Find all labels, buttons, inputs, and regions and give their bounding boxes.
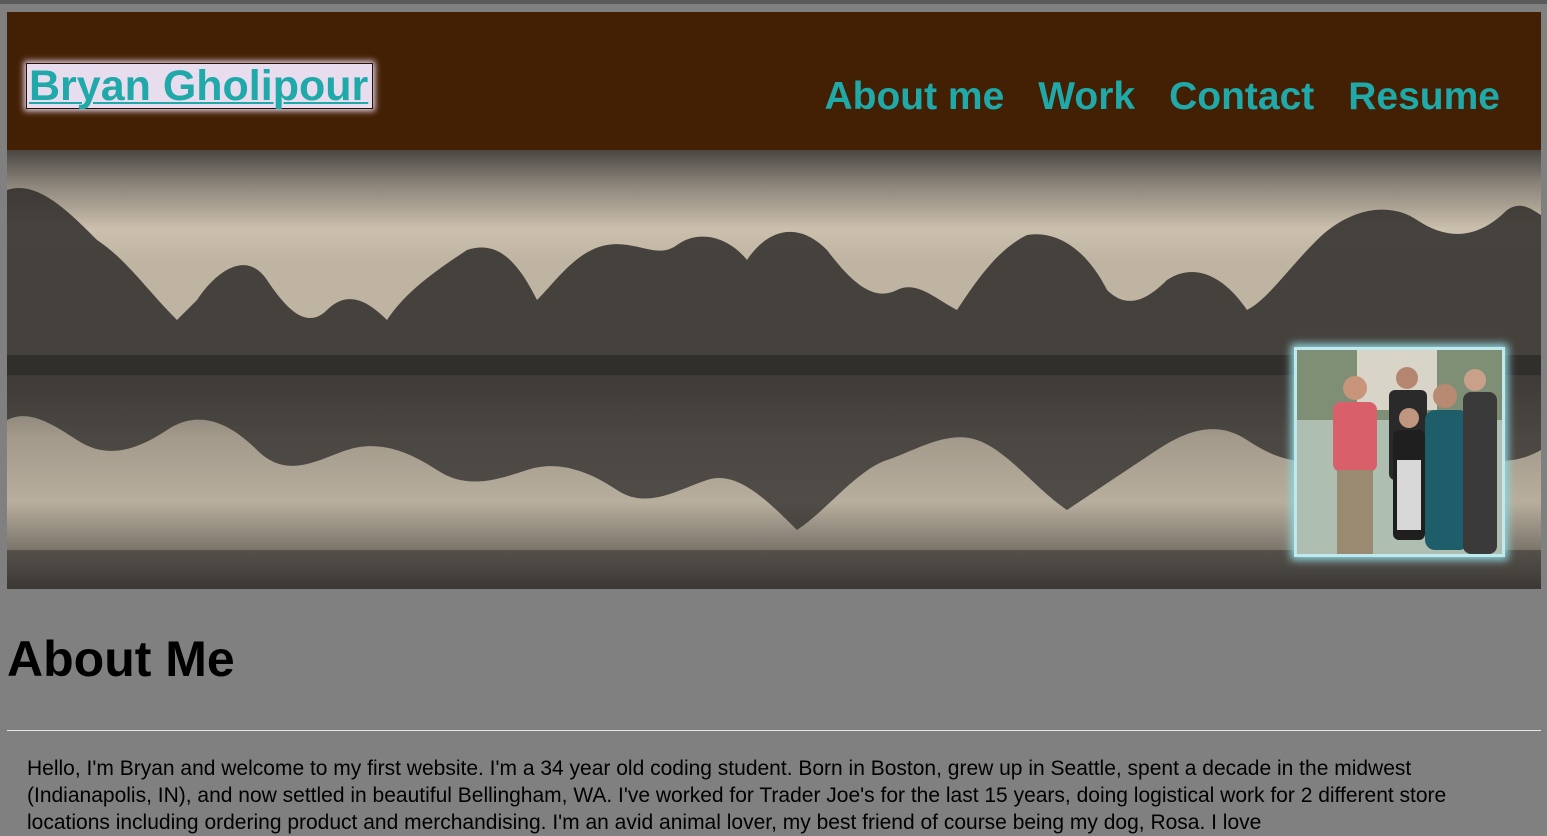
site-logo-link[interactable]: Bryan Gholipour bbox=[26, 63, 374, 109]
family-photo-image bbox=[1297, 350, 1502, 554]
family-photo bbox=[1294, 347, 1505, 557]
nav-link-work[interactable]: Work bbox=[1038, 74, 1135, 120]
hero-banner bbox=[7, 150, 1541, 589]
browser-top-edge bbox=[0, 0, 1547, 4]
about-me-heading: About Me bbox=[7, 631, 235, 687]
page: Bryan Gholipour About me Work Contact Re… bbox=[7, 12, 1541, 834]
nav-link-contact[interactable]: Contact bbox=[1169, 74, 1314, 120]
intro-paragraph: Hello, I'm Bryan and welcome to my first… bbox=[27, 757, 1447, 834]
site-header: Bryan Gholipour About me Work Contact Re… bbox=[7, 12, 1541, 150]
main-nav: About me Work Contact Resume bbox=[824, 74, 1500, 120]
nav-link-resume[interactable]: Resume bbox=[1348, 74, 1500, 120]
section-divider bbox=[7, 730, 1541, 731]
nav-link-about-me[interactable]: About me bbox=[824, 74, 1004, 120]
